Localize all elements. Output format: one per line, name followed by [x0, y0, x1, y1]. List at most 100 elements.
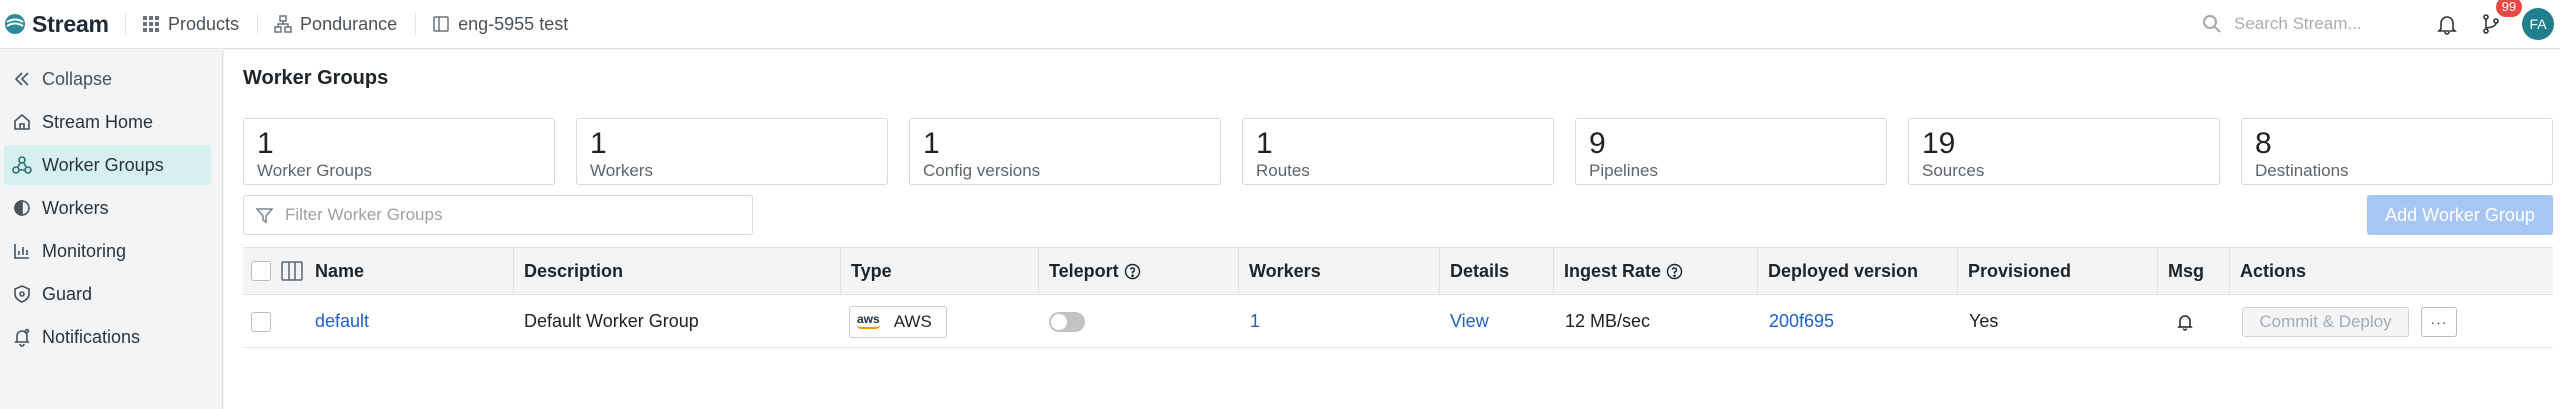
sidebar: Collapse Stream Home Worker Groups Worke…: [0, 50, 223, 409]
stat-label: Worker Groups: [257, 161, 372, 180]
filter-icon: [256, 207, 273, 223]
help-circle-icon[interactable]: [1666, 263, 1683, 280]
stat-card-pipelines[interactable]: 9 Pipelines: [1575, 118, 1887, 185]
breadcrumb-organization[interactable]: Pondurance: [258, 0, 415, 49]
org-icon: [274, 15, 292, 33]
aws-logo-text: aws: [857, 312, 880, 326]
stat-label: Destinations: [2255, 161, 2349, 180]
table-header: Name Description Type Teleport Workers D…: [243, 247, 2553, 295]
workers-count-link[interactable]: 1: [1250, 296, 1260, 347]
column-header-provisioned[interactable]: Provisioned: [1957, 248, 2071, 294]
git-changes-button[interactable]: 99: [2480, 0, 2522, 35]
bell-icon: [14, 328, 30, 347]
sidebar-item-guard[interactable]: Guard: [4, 274, 211, 314]
search-icon: [2203, 15, 2221, 33]
teleport-cell: [1049, 296, 1085, 347]
column-header-ingest-rate[interactable]: Ingest Rate: [1553, 248, 1683, 294]
global-search[interactable]: [2202, 14, 2412, 34]
changes-count-badge: 99: [2496, 0, 2522, 17]
home-icon: [14, 113, 30, 130]
user-avatar[interactable]: FA: [2522, 8, 2554, 40]
breadcrumb-label: Products: [168, 13, 240, 34]
type-cell: aws AWS: [849, 296, 947, 347]
grid-icon: [143, 16, 159, 32]
table-row[interactable]: default Default Worker Group aws AWS 1 V…: [243, 296, 2553, 348]
msg-cell: [2176, 296, 2194, 347]
workers-icon: [14, 200, 30, 216]
toggle-knob: [1051, 313, 1067, 330]
sidebar-collapse-button[interactable]: Collapse: [4, 59, 211, 99]
filter-worker-groups[interactable]: [243, 195, 753, 235]
sidebar-item-label: Notifications: [42, 326, 141, 347]
search-input[interactable]: [2234, 14, 2404, 34]
provisioned-value: Yes: [1969, 311, 1999, 331]
main-content: Worker Groups 1 Worker Groups 1 Workers …: [224, 50, 2560, 409]
stat-value: 19: [1922, 127, 1956, 160]
sidebar-item-stream-home[interactable]: Stream Home: [4, 102, 211, 142]
teleport-toggle[interactable]: [1049, 311, 1085, 332]
sidebar-item-label: Monitoring: [42, 240, 127, 261]
select-all-checkbox[interactable]: [251, 261, 271, 281]
stat-value: 1: [923, 127, 940, 160]
sidebar-item-label: Stream Home: [42, 111, 154, 132]
breadcrumb-label: eng-5955 test: [458, 13, 569, 34]
column-header-actions: Actions: [2229, 248, 2306, 294]
stat-card-sources[interactable]: 19 Sources: [1908, 118, 2220, 185]
sidebar-item-monitoring[interactable]: Monitoring: [4, 231, 211, 271]
chart-icon: [14, 244, 29, 259]
columns-icon[interactable]: [281, 260, 303, 282]
column-header-label: Teleport: [1049, 260, 1119, 281]
sidebar-item-label: Workers: [42, 197, 109, 218]
more-actions-button[interactable]: ···: [2421, 306, 2457, 337]
stat-value: 8: [2255, 127, 2272, 160]
column-header-type[interactable]: Type: [840, 248, 892, 294]
aws-logo-icon: aws: [857, 312, 880, 329]
column-header-workers[interactable]: Workers: [1238, 248, 1321, 294]
stat-card-worker-groups[interactable]: 1 Worker Groups: [243, 118, 555, 185]
column-header-name[interactable]: Name: [315, 248, 364, 294]
sidebar-item-label: Collapse: [42, 68, 113, 89]
stat-label: Sources: [1922, 161, 1985, 180]
notifications-bell-icon[interactable]: [2436, 13, 2458, 35]
sidebar-item-label: Guard: [42, 283, 93, 304]
ingest-rate-value: 12 MB/sec: [1565, 311, 1651, 331]
top-right-controls: 99 FA: [2202, 0, 2560, 49]
sidebar-item-notifications[interactable]: Notifications: [4, 317, 211, 357]
sidebar-item-workers[interactable]: Workers: [4, 188, 211, 228]
column-header-teleport[interactable]: Teleport: [1038, 248, 1141, 294]
actions-cell: Commit & Deploy ···: [2242, 296, 2457, 347]
column-header-details[interactable]: Details: [1439, 248, 1509, 294]
shield-icon: [14, 285, 30, 303]
column-header-description[interactable]: Description: [513, 248, 623, 294]
add-worker-group-button[interactable]: Add Worker Group: [2367, 195, 2553, 235]
message-bell-icon[interactable]: [2176, 313, 2194, 331]
stat-value: 9: [1589, 127, 1606, 160]
filter-input[interactable]: [285, 205, 745, 225]
stat-value: 1: [257, 127, 274, 160]
type-label: AWS: [893, 311, 932, 331]
type-chip: aws AWS: [849, 305, 947, 338]
stat-card-routes[interactable]: 1 Routes: [1242, 118, 1554, 185]
more-dots-icon: ···: [2430, 313, 2448, 330]
column-header-msg[interactable]: Msg: [2157, 248, 2204, 294]
details-view-link[interactable]: View: [1450, 296, 1489, 347]
breadcrumb-label: Pondurance: [300, 13, 398, 34]
help-circle-icon[interactable]: [1124, 263, 1141, 280]
sidebar-item-worker-groups[interactable]: Worker Groups: [4, 145, 211, 185]
double-chevron-left-icon: [14, 72, 29, 86]
breadcrumb-workspace[interactable]: eng-5955 test: [416, 0, 586, 49]
column-header-label: Ingest Rate: [1564, 260, 1662, 281]
git-branch-icon: [2483, 14, 2499, 34]
breadcrumb-products[interactable]: Products: [126, 0, 257, 49]
app-logo[interactable]: Stream: [0, 11, 125, 38]
stat-label: Workers: [590, 161, 653, 180]
worker-group-name-link[interactable]: default: [315, 296, 369, 347]
workspace-icon: [433, 16, 449, 32]
stat-card-destinations[interactable]: 8 Destinations: [2241, 118, 2553, 185]
column-header-deployed-version[interactable]: Deployed version: [1757, 248, 1918, 294]
commit-deploy-button[interactable]: Commit & Deploy: [2242, 306, 2409, 337]
row-checkbox[interactable]: [251, 311, 271, 332]
stat-card-workers[interactable]: 1 Workers: [576, 118, 888, 185]
stat-card-config-versions[interactable]: 1 Config versions: [909, 118, 1221, 185]
deployed-version-link[interactable]: 200f695: [1769, 296, 1834, 347]
